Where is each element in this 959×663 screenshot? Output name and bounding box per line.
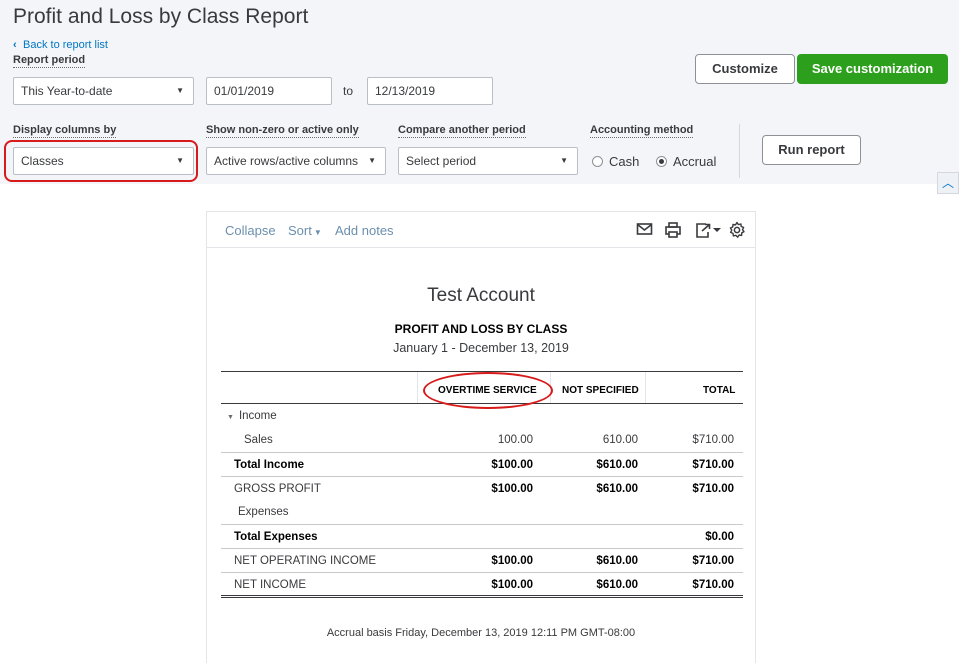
cell-value[interactable]: $0.00 — [634, 525, 734, 549]
col-not-specified[interactable]: NOT SPECIFIED — [562, 372, 639, 403]
column-divider — [645, 372, 646, 403]
display-columns-label: Display columns by — [13, 124, 117, 138]
table-row: Sales 100.00 610.00 $710.00 — [221, 428, 743, 452]
table-row: NET INCOME $100.00 $610.00 $710.00 — [221, 572, 743, 598]
report-card: Collapse Sort ▼ Add notes Test Account PR… — [206, 211, 756, 663]
cell-value[interactable]: $100.00 — [433, 453, 533, 477]
row-label: Total Expenses — [234, 531, 318, 543]
row-label: Total Income — [234, 459, 305, 471]
accounting-method-label: Accounting method — [590, 124, 694, 138]
cell-value[interactable]: $710.00 — [634, 453, 734, 477]
from-date-input[interactable]: 01/01/2019 — [206, 77, 332, 105]
report-period-value: This Year-to-date — [21, 84, 113, 98]
show-nonzero-label: Show non-zero or active only — [206, 124, 359, 138]
cash-radio[interactable]: Cash — [592, 154, 639, 169]
accrual-radio[interactable]: Accrual — [656, 154, 716, 169]
cell-value[interactable]: $710.00 — [634, 428, 734, 452]
report-settings-panel: Profit and Loss by Class Report ‹ Back to… — [0, 0, 959, 184]
chevron-up-icon: ︿ — [941, 176, 954, 190]
settings-gear-icon[interactable] — [728, 221, 748, 239]
cell-value[interactable]: $610.00 — [538, 453, 638, 477]
report-toolbar: Collapse Sort ▼ Add notes — [207, 212, 755, 248]
report-period-label: Report period — [13, 54, 86, 68]
back-link-label: Back to report list — [23, 39, 108, 51]
chevron-left-icon: ‹ — [13, 39, 17, 51]
caret-down-icon: ▼ — [227, 414, 234, 421]
row-label: NET INCOME — [234, 579, 306, 591]
table-row: Total Expenses $0.00 — [221, 524, 743, 548]
report-title: PROFIT AND LOSS BY CLASS — [394, 322, 568, 336]
collapse-panel-button[interactable]: ︿ — [937, 172, 959, 194]
to-label: to — [343, 84, 354, 98]
cell-value[interactable]: $710.00 — [634, 573, 734, 597]
sort-label: Sort — [288, 223, 312, 238]
report-period-select[interactable]: This Year-to-date ▼ — [13, 77, 194, 105]
sort-dropdown[interactable]: Sort ▼ — [288, 223, 322, 238]
show-nonzero-select[interactable]: Active rows/active columns ▼ — [206, 147, 386, 175]
cell-value[interactable]: $610.00 — [538, 477, 638, 501]
radio-unchecked-icon — [592, 156, 603, 167]
accrual-radio-label: Accrual — [673, 154, 717, 169]
company-name: Test Account — [427, 285, 535, 306]
report-date-range: January 1 - December 13, 2019 — [393, 341, 569, 355]
radio-checked-icon — [656, 156, 667, 167]
col-total[interactable]: TOTAL — [703, 372, 735, 403]
cell-value[interactable]: $710.00 — [634, 549, 734, 573]
compare-period-placeholder: Select period — [406, 154, 477, 168]
cell-value[interactable]: $710.00 — [634, 477, 734, 501]
row-label: Expenses — [238, 506, 289, 518]
to-date-input[interactable]: 12/13/2019 — [367, 77, 493, 105]
cell-value[interactable]: $100.00 — [433, 573, 533, 597]
cell-value[interactable]: $610.00 — [538, 573, 638, 597]
table-row: Total Income $100.00 $610.00 $710.00 — [221, 452, 743, 476]
table-row: Expenses — [221, 500, 743, 524]
caret-down-icon: ▼ — [176, 86, 184, 95]
cell-value[interactable]: 100.00 — [433, 428, 533, 452]
divider — [739, 124, 740, 178]
cash-radio-label: Cash — [609, 154, 640, 169]
row-label: Sales — [244, 434, 273, 446]
show-nonzero-value: Active rows/active columns — [214, 154, 359, 168]
back-to-report-list-link[interactable]: ‹ Back to report list — [13, 39, 108, 51]
row-label: Income — [238, 410, 277, 422]
compare-period-select[interactable]: Select period ▼ — [398, 147, 578, 175]
row-label: NET OPERATING INCOME — [234, 555, 377, 567]
cell-value[interactable]: 610.00 — [538, 428, 638, 452]
column-divider — [417, 372, 418, 403]
report-footer: Accrual basis Friday, December 13, 2019 … — [326, 627, 636, 639]
cell-value[interactable]: $100.00 — [433, 477, 533, 501]
cell-value[interactable]: $610.00 — [538, 549, 638, 573]
cell-value[interactable]: $100.00 — [433, 549, 533, 573]
email-icon[interactable] — [636, 221, 656, 239]
table-row: GROSS PROFIT $100.00 $610.00 $710.00 — [221, 476, 743, 500]
table-row: NET OPERATING INCOME $100.00 $610.00 $71… — [221, 548, 743, 572]
compare-period-label: Compare another period — [398, 124, 526, 138]
add-notes-link[interactable]: Add notes — [335, 223, 394, 238]
row-label: GROSS PROFIT — [234, 483, 321, 495]
caret-down-icon: ▼ — [313, 228, 322, 237]
save-customization-button[interactable]: Save customization — [797, 54, 948, 84]
highlight-box-display-columns — [4, 140, 198, 182]
caret-down-icon: ▼ — [368, 156, 376, 165]
page-title: Profit and Loss by Class Report — [13, 5, 309, 28]
run-report-button[interactable]: Run report — [762, 135, 861, 165]
print-icon[interactable] — [664, 221, 684, 239]
collapse-link[interactable]: Collapse — [225, 223, 276, 238]
highlight-ellipse-overtime-service — [423, 372, 553, 409]
income-row-toggle[interactable]: ▼ Income — [227, 404, 277, 430]
caret-down-icon: ▼ — [560, 156, 568, 165]
customize-button[interactable]: Customize — [695, 54, 795, 84]
export-icon[interactable] — [694, 221, 722, 239]
